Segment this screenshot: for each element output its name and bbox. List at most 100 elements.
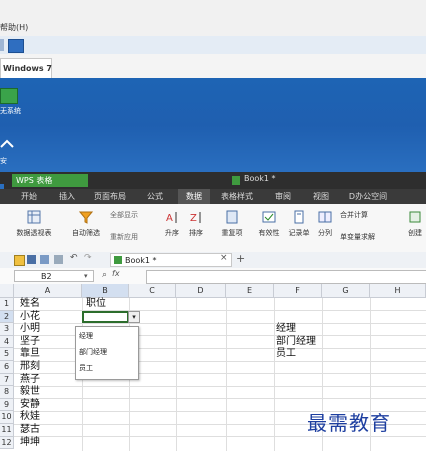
column-header-e[interactable]: E	[226, 284, 274, 298]
record-form-button[interactable]: 记录单	[286, 208, 312, 248]
dropdown-option-manager[interactable]: 经理	[79, 331, 93, 341]
select-all-corner[interactable]	[0, 284, 14, 298]
column-header-c[interactable]: C	[129, 284, 176, 298]
sort-ascending-button[interactable]: A 升序	[162, 208, 182, 248]
fx-button[interactable]: fx	[112, 269, 120, 278]
namebox-dropdown-icon[interactable]: ▾	[84, 272, 88, 280]
new-tab-icon[interactable]: +	[236, 252, 245, 265]
cell-a5[interactable]: 靠旦	[20, 348, 40, 360]
vm-tab-windows7[interactable]: Windows 7	[0, 58, 52, 78]
workbook-tab[interactable]: Book1 *	[110, 253, 232, 267]
create-label: 创建	[408, 229, 422, 237]
pivot-table-icon	[27, 210, 41, 224]
cell-a10[interactable]: 秋娃	[20, 411, 40, 423]
desktop: 无系统 安	[0, 78, 426, 173]
row-header-4[interactable]: 4	[0, 335, 14, 349]
sort-button[interactable]: Z 排序	[186, 208, 206, 248]
row-header-9[interactable]: 9	[0, 398, 14, 412]
row-header-11[interactable]: 11	[0, 424, 14, 437]
record-label: 记录单	[288, 229, 310, 237]
create-group-button[interactable]: 创建	[404, 208, 426, 248]
row-header-2[interactable]: 2	[0, 310, 14, 324]
document-title: Book1 *	[244, 174, 276, 183]
tab-table-style[interactable]: 表格样式	[216, 189, 258, 204]
help-menu[interactable]: 帮助(H)	[0, 22, 28, 33]
tab-formula[interactable]: 公式	[140, 189, 170, 204]
column-header-g[interactable]: G	[322, 284, 370, 298]
duplicates-button[interactable]: 重复项	[218, 208, 246, 248]
wps-app-menu[interactable]: WPS 表格	[12, 174, 88, 187]
what-if-button[interactable]: 单变量求解	[340, 232, 375, 242]
tab-review[interactable]: 审阅	[268, 189, 298, 204]
row-header-10[interactable]: 10	[0, 411, 14, 424]
show-all-button[interactable]: 全部显示	[110, 210, 138, 220]
row-header-8[interactable]: 8	[0, 386, 14, 399]
tab-view[interactable]: 视图	[306, 189, 336, 204]
vm-tabbar: Windows 7	[0, 54, 426, 79]
reapply-button[interactable]: 重新应用	[110, 232, 138, 242]
tab-office-space[interactable]: D办公空间	[342, 189, 394, 204]
redo-icon[interactable]: ↷	[84, 253, 92, 263]
formula-bar: B2 ▾ ⌕ fx	[0, 268, 426, 285]
tab-data[interactable]: 数据	[178, 189, 210, 204]
formula-input[interactable]	[146, 270, 426, 284]
cell-f5[interactable]: 员工	[276, 348, 296, 360]
validity-button[interactable]: 有效性	[256, 208, 282, 248]
open-icon[interactable]	[14, 255, 25, 266]
split-column-button[interactable]: 分列	[316, 208, 334, 248]
tab-insert[interactable]: 插入	[52, 189, 82, 204]
gridline	[226, 298, 227, 451]
zoom-icon[interactable]: ⌕	[102, 270, 107, 280]
validity-label: 有效性	[258, 229, 280, 237]
preview-icon[interactable]	[54, 255, 63, 264]
row-header-6[interactable]: 6	[0, 361, 14, 374]
row-header-3[interactable]: 3	[0, 323, 14, 336]
dropdown-option-staff[interactable]: 员工	[79, 363, 93, 373]
arrow-icon[interactable]	[0, 138, 14, 152]
save-icon[interactable]	[27, 255, 36, 264]
selected-cell-b2[interactable]	[82, 311, 129, 323]
dropdown-option-dept-manager[interactable]: 部门经理	[79, 347, 107, 357]
fullscreen-icon[interactable]	[8, 39, 24, 53]
cell-f4[interactable]: 部门经理	[276, 336, 316, 348]
row-header-1[interactable]: 1	[0, 298, 14, 311]
cell-a3[interactable]: 小明	[20, 323, 40, 335]
gridline	[176, 298, 177, 451]
cell-a8[interactable]: 毅世	[20, 386, 40, 398]
close-tab-icon[interactable]: ×	[220, 253, 228, 263]
column-header-f[interactable]: F	[274, 284, 322, 298]
column-header-b[interactable]: B	[82, 284, 129, 298]
cell-f3[interactable]: 经理	[276, 323, 296, 335]
validation-dropdown-button[interactable]: ▾	[128, 311, 140, 323]
green-app-icon[interactable]	[0, 88, 18, 104]
column-header-a[interactable]: A	[14, 284, 82, 298]
duplicates-icon	[225, 210, 239, 224]
cell-a9[interactable]: 安静	[20, 399, 40, 411]
cell-a12[interactable]: 坤坤	[20, 437, 40, 449]
gridline	[14, 436, 426, 437]
consolidate-button[interactable]: 合并计算	[340, 210, 368, 220]
print-icon[interactable]	[40, 255, 49, 264]
cell-a7[interactable]: 燕子	[20, 374, 40, 386]
toolbar-button-left[interactable]	[0, 39, 4, 51]
row-header-12[interactable]: 12	[0, 436, 14, 450]
ribbon-data: 数据透视表 自动筛选 全部显示 重新应用 A 升序 Z 排序 重复项 有效性 记…	[0, 204, 426, 253]
column-header-d[interactable]: D	[176, 284, 226, 298]
cell-a1[interactable]: 姓名	[20, 298, 40, 310]
cell-a2[interactable]: 小花	[20, 311, 40, 323]
record-icon	[292, 210, 306, 224]
cell-b1[interactable]: 职位	[86, 298, 106, 310]
autofilter-button[interactable]: 自动筛选	[68, 208, 104, 248]
cell-a6[interactable]: 邢刻	[20, 361, 40, 373]
pivot-table-button[interactable]: 数据透视表	[14, 208, 54, 248]
column-header-h[interactable]: H	[370, 284, 426, 298]
undo-icon[interactable]: ↶	[70, 253, 78, 263]
tab-home[interactable]: 开始	[14, 189, 44, 204]
row-header-7[interactable]: 7	[0, 373, 14, 387]
cell-a4[interactable]: 坚子	[20, 336, 40, 348]
cell-a11[interactable]: 瑟古	[20, 424, 40, 436]
name-box[interactable]: B2	[14, 270, 94, 282]
filter-icon	[78, 210, 94, 224]
row-header-5[interactable]: 5	[0, 348, 14, 361]
tab-page-layout[interactable]: 页面布局	[90, 189, 130, 204]
